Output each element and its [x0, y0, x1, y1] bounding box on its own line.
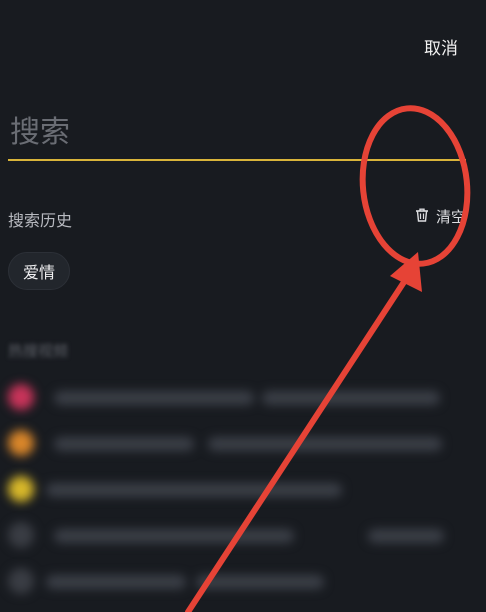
- hot-video-title-bar: [46, 575, 186, 589]
- trash-icon: [414, 207, 430, 227]
- hot-video-title-bar: [208, 437, 442, 451]
- clear-label: 清空: [435, 208, 466, 226]
- hot-video-title-bar: [54, 529, 294, 543]
- search-underline: [8, 159, 466, 161]
- hot-video-title-bar: [368, 529, 444, 543]
- hot-videos-title: 热搜视频: [8, 342, 69, 360]
- rank-badge: [8, 476, 34, 502]
- hot-video-title-bar: [54, 391, 254, 405]
- hot-video-row[interactable]: [0, 375, 486, 421]
- hot-video-row[interactable]: [0, 513, 486, 559]
- search-bar: [8, 100, 466, 161]
- search-history-title: 搜索历史: [8, 211, 73, 230]
- hot-video-row[interactable]: [0, 559, 486, 605]
- hot-video-row[interactable]: [0, 467, 486, 513]
- rank-badge: [8, 384, 34, 410]
- annotation-arrowhead: [390, 252, 422, 292]
- rank-badge: [8, 522, 34, 548]
- hot-video-title-bar: [196, 575, 324, 589]
- hot-videos-list: [0, 375, 486, 605]
- history-chip[interactable]: 爱情: [8, 252, 71, 290]
- hot-video-row[interactable]: [0, 421, 486, 467]
- clear-history-button[interactable]: 清空: [414, 206, 466, 227]
- rank-badge: [8, 568, 34, 594]
- cancel-button[interactable]: 取消: [424, 34, 458, 59]
- hot-video-title-bar: [46, 483, 342, 497]
- rank-badge: [8, 430, 34, 456]
- search-input[interactable]: [8, 108, 452, 156]
- hot-video-title-bar: [262, 391, 440, 405]
- hot-video-title-bar: [54, 437, 194, 451]
